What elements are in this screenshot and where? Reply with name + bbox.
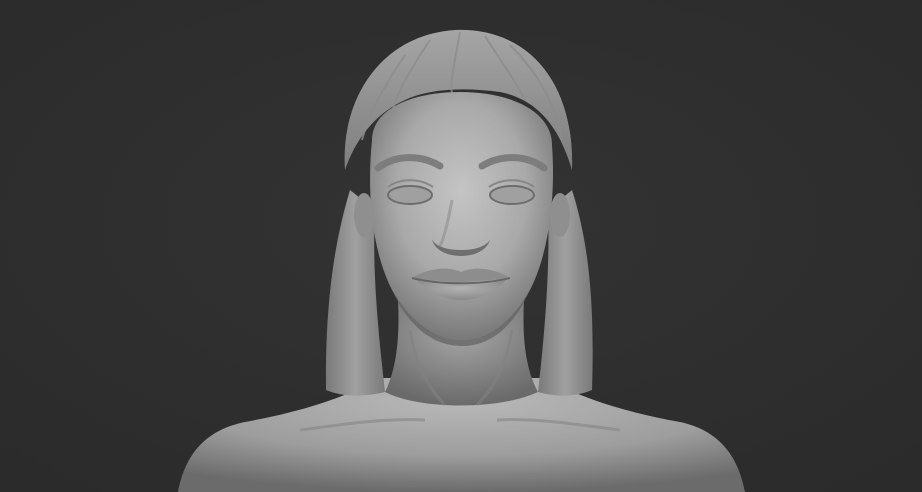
left-ear [354, 193, 374, 237]
right-eye [489, 185, 535, 205]
left-eye [387, 185, 433, 205]
sculpt-viewport[interactable] [0, 0, 922, 492]
right-ear [550, 193, 570, 237]
bust-render [0, 0, 922, 492]
